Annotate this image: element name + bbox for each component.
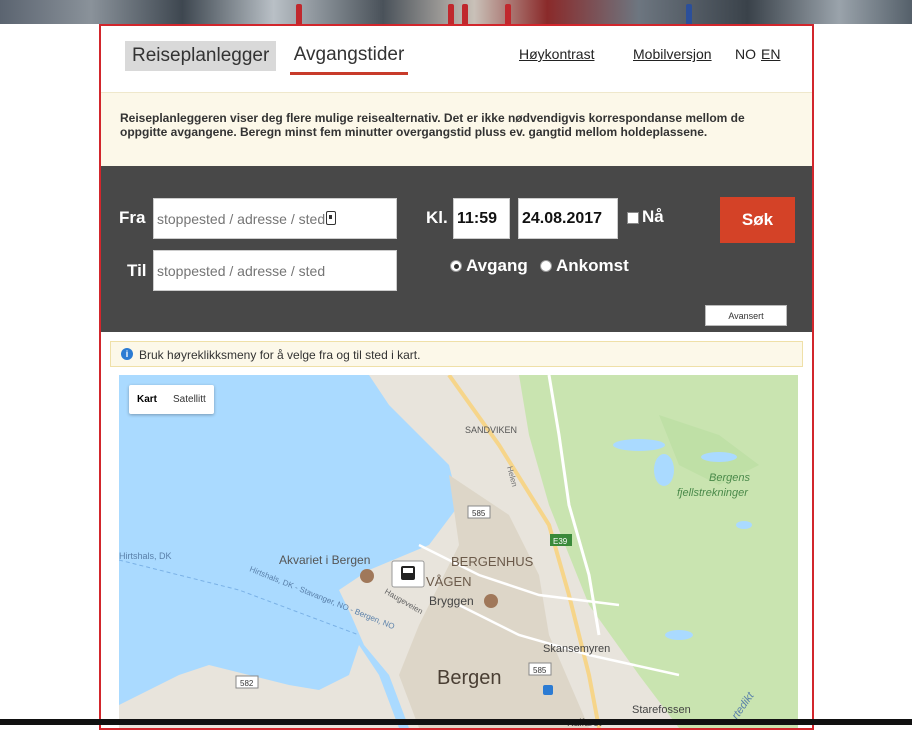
location-pin-icon[interactable]: [326, 211, 336, 225]
header-banner-image: [0, 0, 912, 24]
map-hint: i Bruk høyreklikksmeny for å velge fra o…: [110, 341, 803, 367]
bus-stop-icon[interactable]: [543, 685, 553, 695]
to-input[interactable]: [153, 250, 397, 291]
travel-planner-panel: Reiseplanlegger Avgangstider Høykontrast…: [99, 24, 814, 730]
lang-en-link[interactable]: EN: [761, 46, 780, 62]
lake: [701, 452, 737, 462]
from-input[interactable]: [153, 198, 397, 239]
time-input[interactable]: [453, 198, 510, 239]
now-label: Nå: [642, 207, 664, 226]
lang-no[interactable]: NO: [735, 46, 756, 62]
time-label: Kl.: [426, 208, 448, 227]
landmark-icon[interactable]: [484, 594, 498, 608]
banner-figure: [448, 4, 454, 24]
map-label-bryggen: Bryggen: [429, 594, 474, 608]
lake: [613, 439, 665, 451]
departure-radio[interactable]: [450, 260, 462, 272]
date-input[interactable]: [518, 198, 618, 239]
from-label: Fra: [119, 208, 146, 227]
land-area-south: [119, 645, 399, 728]
map-label-fjell-1: Bergens: [709, 472, 750, 484]
departure-label: Avgang: [466, 256, 528, 275]
road-585b-label: 585: [533, 666, 547, 675]
banner-figure: [505, 4, 511, 24]
arrival-radio[interactable]: [540, 260, 552, 272]
map-label-akvariet: Akvariet i Bergen: [279, 553, 370, 567]
map-label-bergenhus: BERGENHUS: [451, 554, 534, 569]
map-label-fjell-2: fjellstrekninger: [677, 487, 749, 499]
info-text: Reiseplanleggeren viser deg flere mulige…: [120, 111, 745, 139]
road-582-label: 582: [240, 679, 254, 688]
info-notice: Reiseplanleggeren viser deg flere mulige…: [101, 92, 812, 167]
tab-reiseplanlegger[interactable]: Reiseplanlegger: [125, 41, 277, 71]
map-canvas[interactable]: SANDVIKEN Helen 585 E39 Bergens fjellstr…: [119, 375, 798, 728]
advanced-button[interactable]: Avansert: [705, 305, 787, 326]
bottom-bar: [0, 719, 912, 725]
tab-bar: Reiseplanlegger Avgangstider Høykontrast…: [101, 26, 812, 92]
arrival-label: Ankomst: [556, 256, 629, 275]
high-contrast-link[interactable]: Høykontrast: [519, 46, 594, 62]
search-form: Fra Til Kl. Nå Avgang Ankomst Søk Avanse…: [101, 166, 812, 332]
map-hint-text: Bruk høyreklikksmeny for å velge fra og …: [139, 348, 421, 362]
map-type-control: Kart Satellitt: [129, 385, 214, 414]
aquarium-icon[interactable]: [360, 569, 374, 583]
info-icon: i: [121, 348, 133, 360]
tab-avgangstider[interactable]: Avgangstider: [290, 44, 408, 75]
banner-figure: [296, 4, 302, 24]
map-label-starefossen: Starefossen: [632, 704, 691, 716]
map-label-bergen: Bergen: [437, 667, 502, 689]
now-checkbox[interactable]: [627, 212, 639, 224]
banner-figure: [462, 4, 468, 24]
map-label-sandviken: SANDVIKEN: [465, 425, 517, 435]
map-label-skansemyren: Skansemyren: [543, 643, 610, 655]
to-label: Til: [127, 261, 147, 280]
map-label-hirtshals: Hirtshals, DK: [119, 551, 172, 561]
map-type-satellite-button[interactable]: Satellitt: [165, 385, 214, 414]
lake: [665, 630, 693, 640]
mobile-version-link[interactable]: Mobilversjon: [633, 46, 712, 62]
map-type-map-button[interactable]: Kart: [129, 385, 165, 414]
search-button[interactable]: Søk: [720, 197, 795, 243]
map-label-vagen: VÅGEN: [426, 574, 472, 589]
lake: [736, 521, 752, 529]
lake: [654, 454, 674, 486]
road-585-label: 585: [472, 509, 486, 518]
banner-figure: [686, 4, 692, 24]
bus-window: [403, 568, 413, 573]
road-e39-label: E39: [553, 537, 568, 546]
map-view[interactable]: SANDVIKEN Helen 585 E39 Bergens fjellstr…: [119, 375, 798, 728]
